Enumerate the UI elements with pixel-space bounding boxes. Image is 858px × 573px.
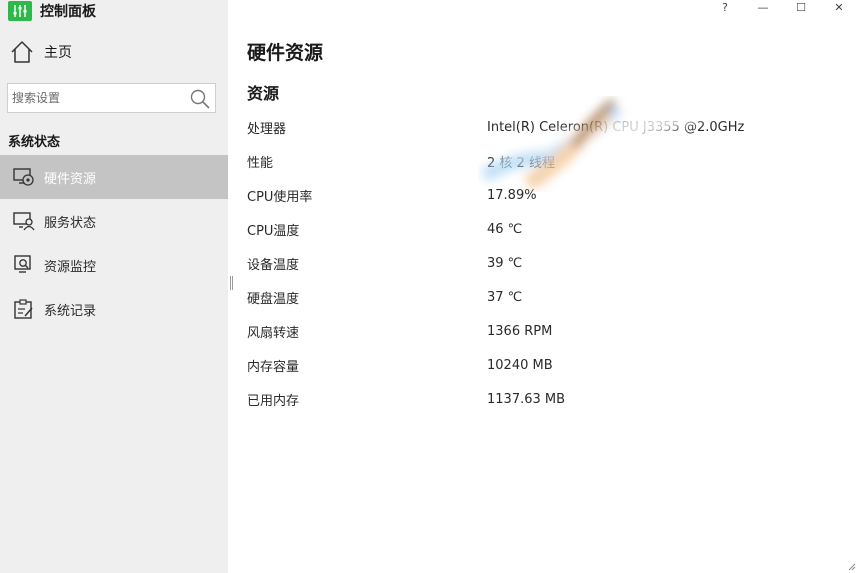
monitor-search-icon: [12, 253, 36, 277]
sidebar-item-label: 服务状态: [44, 215, 97, 231]
list-item: CPU使用率 17.89%: [247, 178, 807, 212]
resource-value: 46 ℃: [487, 221, 523, 237]
list-item: 硬盘温度 37 ℃: [247, 280, 807, 314]
resource-key: 已用内存: [247, 393, 300, 409]
sidebar-nav: 硬件资源 服务状态 资源监控 系统记录: [0, 155, 228, 331]
hardware-monitor-icon: [12, 165, 36, 189]
list-item: CPU温度 46 ℃: [247, 212, 807, 246]
pane-splitter-handle[interactable]: [230, 276, 233, 290]
resource-value: 1137.63 MB: [487, 391, 566, 407]
minimize-button[interactable]: —: [744, 0, 782, 14]
resource-key: 硬盘温度: [247, 291, 300, 307]
section-title-resources: 资源: [247, 84, 280, 103]
resource-value: 17.89%: [487, 187, 537, 203]
control-panel-logo-icon: [8, 1, 32, 21]
service-user-icon: [12, 209, 36, 233]
sidebar-item-label: 系统记录: [44, 303, 97, 319]
home-button[interactable]: 主页: [10, 36, 72, 68]
list-item: 处理器 Intel(R) Celeron(R) CPU J3355 @2.0GH…: [247, 110, 807, 144]
resource-key: 风扇转速: [247, 325, 300, 341]
page-title: 硬件资源: [247, 42, 324, 64]
resource-key: 内存容量: [247, 359, 300, 375]
sidebar: 控制面板 主页 系统状态 硬件资源: [0, 0, 228, 573]
sidebar-item-label: 硬件资源: [44, 171, 97, 187]
window-controls: ? — ☐ ✕: [706, 0, 858, 14]
search-box: [7, 83, 216, 113]
resource-value: 37 ℃: [487, 289, 523, 305]
resource-key: 处理器: [247, 121, 287, 137]
resource-list: 处理器 Intel(R) Celeron(R) CPU J3355 @2.0GH…: [247, 110, 807, 416]
sidebar-item-logs[interactable]: 系统记录: [0, 287, 228, 331]
resource-value: 1366 RPM: [487, 323, 553, 339]
sidebar-item-hardware[interactable]: 硬件资源: [0, 155, 228, 199]
home-label: 主页: [44, 45, 72, 61]
section-label-system-status: 系统状态: [8, 135, 61, 150]
resource-key: 设备温度: [247, 257, 300, 273]
resource-value: 2 核 2 线程: [487, 155, 555, 171]
sidebar-item-monitor[interactable]: 资源监控: [0, 243, 228, 287]
search-icon[interactable]: [189, 88, 211, 110]
close-button[interactable]: ✕: [820, 0, 858, 14]
home-icon: [11, 41, 33, 63]
app-title: 控制面板: [40, 4, 96, 20]
list-item: 性能 2 核 2 线程: [247, 144, 807, 178]
resource-value: 39 ℃: [487, 255, 523, 271]
resize-grip-icon[interactable]: [846, 561, 856, 571]
list-item: 已用内存 1137.63 MB: [247, 382, 807, 416]
list-item: 内存容量 10240 MB: [247, 348, 807, 382]
list-item: 风扇转速 1366 RPM: [247, 314, 807, 348]
maximize-button[interactable]: ☐: [782, 0, 820, 14]
list-item: 设备温度 39 ℃: [247, 246, 807, 280]
clipboard-log-icon: [12, 297, 36, 321]
resource-value: Intel(R) Celeron(R) CPU J3355 @2.0GHz: [487, 119, 745, 135]
resource-value: 10240 MB: [487, 357, 553, 373]
resource-key: 性能: [247, 155, 274, 171]
app-title-bar: 控制面板: [8, 0, 96, 22]
sidebar-item-services[interactable]: 服务状态: [0, 199, 228, 243]
resource-key: CPU温度: [247, 223, 300, 239]
help-button[interactable]: ?: [706, 0, 744, 14]
search-input[interactable]: [8, 91, 188, 105]
sidebar-item-label: 资源监控: [44, 259, 97, 275]
resource-key: CPU使用率: [247, 189, 313, 205]
